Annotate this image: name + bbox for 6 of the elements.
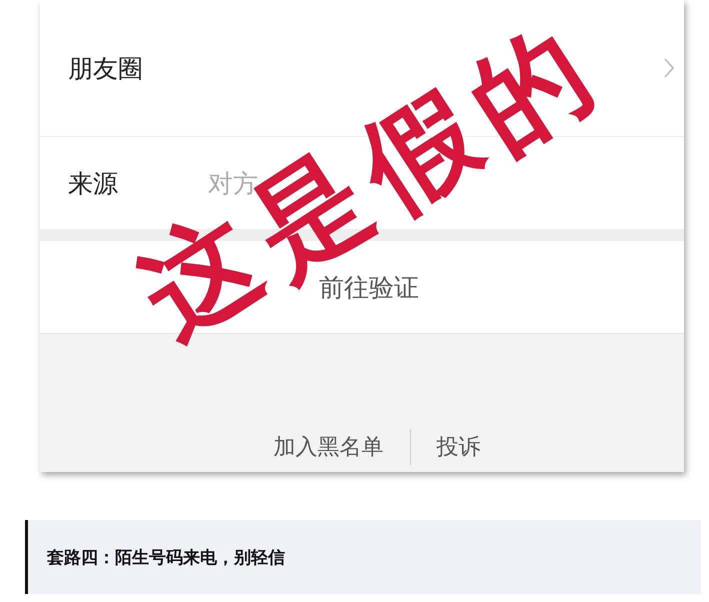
row-label: 朋友圈	[68, 52, 143, 84]
bottom-action-button[interactable]: 加入黑名单	[248, 432, 410, 462]
bottom-action-button[interactable]: 投诉	[410, 432, 506, 462]
row-label: 来源	[68, 168, 119, 200]
section-heading: 套路四：陌生号码来电，别轻信	[47, 546, 285, 568]
chevron-icon	[664, 58, 674, 78]
